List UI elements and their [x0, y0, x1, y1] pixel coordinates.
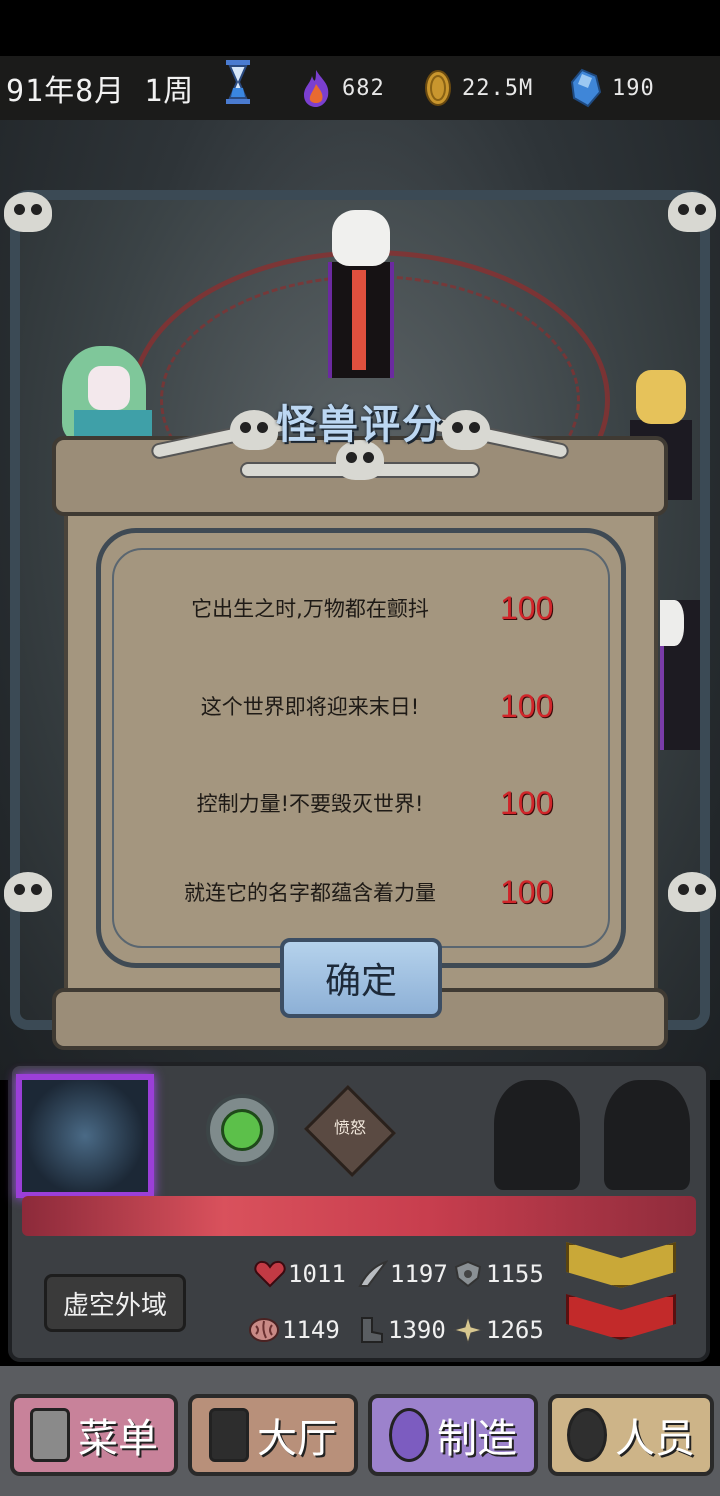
nav-lobby-label: 大厅 [257, 1416, 337, 1462]
rating-score: 100 [500, 784, 554, 821]
rating-score: 100 [500, 873, 554, 910]
locked-slot-silhouette-icon[interactable] [494, 1080, 580, 1190]
skull-decoration-icon [4, 872, 52, 912]
coin-icon [425, 70, 451, 106]
flame-icon [304, 70, 329, 107]
stat-intelligence: 1149 [248, 1316, 340, 1344]
stat-hp: 1011 [254, 1260, 346, 1288]
rating-score: 100 [500, 589, 554, 626]
phone-icon [30, 1408, 70, 1462]
monster-health-bar [22, 1196, 696, 1236]
coin-value: 22.5M [462, 75, 534, 101]
brain-icon [249, 1318, 279, 1342]
rating-text: 这个世界即将迎来末日! [200, 695, 420, 719]
boss-head [332, 210, 390, 266]
rating-text: 控制力量!不要毁灭世界! [196, 792, 424, 816]
stat-hp-value: 1011 [288, 1260, 346, 1288]
rating-text: 就连它的名字都蕴含着力量 [184, 881, 436, 905]
stat-luck-value: 1265 [486, 1316, 544, 1344]
nav-craft-label: 制造 [437, 1416, 517, 1462]
skull-decoration-icon [668, 192, 716, 232]
resource-top-bar: 91年8月 1周 682 22.5M 190 [0, 56, 720, 120]
monster-portrait[interactable] [16, 1074, 154, 1198]
magic-paw-icon [389, 1408, 429, 1462]
stat-attack: 1197 [356, 1260, 448, 1288]
nav-craft-button[interactable]: 制造 [368, 1394, 538, 1476]
locked-slot-silhouette-icon[interactable] [604, 1080, 690, 1190]
sparkle-icon [452, 1316, 484, 1344]
door-icon [209, 1408, 249, 1462]
flame-resource: 682 [300, 70, 385, 107]
stat-defense: 1155 [452, 1260, 544, 1288]
realm-button[interactable]: 虚空外域 [44, 1274, 186, 1332]
stat-speed: 1390 [354, 1316, 446, 1344]
shield-icon [454, 1260, 482, 1288]
rating-row: 控制力量!不要毁灭世界! 100 [120, 773, 590, 833]
nav-staff-button[interactable]: 人员 [548, 1394, 714, 1476]
hourglass-icon[interactable] [224, 60, 252, 104]
gem-resource: 190 [570, 68, 655, 108]
side-character-head [660, 600, 684, 646]
claw-icon [358, 1260, 388, 1287]
stat-intelligence-value: 1149 [282, 1316, 340, 1344]
anger-badge-label: 愤怒 [333, 1118, 366, 1137]
horned-head [636, 370, 686, 424]
flame-value: 682 [342, 75, 385, 101]
stat-defense-value: 1155 [486, 1260, 544, 1288]
rating-row: 它出生之时,万物都在颤抖 100 [120, 578, 590, 638]
game-date: 91年8月 1周 [6, 74, 195, 109]
goblin-trait-icon[interactable] [206, 1094, 278, 1166]
coin-resource: 22.5M [424, 70, 533, 106]
stat-luck: 1265 [452, 1316, 544, 1344]
nav-menu-label: 菜单 [78, 1416, 158, 1462]
heart-icon [254, 1260, 286, 1288]
girl-face [88, 366, 130, 410]
nav-lobby-button[interactable]: 大厅 [188, 1394, 358, 1476]
nav-staff-label: 人员 [615, 1416, 695, 1462]
boss-tie [352, 270, 366, 370]
rating-text: 它出生之时,万物都在颤抖 [191, 597, 429, 621]
rating-row: 这个世界即将迎来末日! 100 [120, 676, 590, 736]
dialog-title: 怪兽评分 [276, 402, 444, 448]
nav-menu-button[interactable]: 菜单 [10, 1394, 178, 1476]
goblin-face-icon [221, 1109, 263, 1151]
system-status-strip [0, 0, 720, 56]
confirm-button[interactable]: 确定 [280, 938, 442, 1018]
rating-score: 100 [500, 687, 554, 724]
gem-value: 190 [612, 75, 655, 101]
skull-decoration-icon [4, 192, 52, 232]
stat-attack-value: 1197 [390, 1260, 448, 1288]
boot-icon [361, 1317, 383, 1343]
skull-decoration-icon [668, 872, 716, 912]
gem-icon [570, 68, 602, 108]
person-icon [567, 1408, 607, 1462]
stat-speed-value: 1390 [388, 1316, 446, 1344]
rating-row: 就连它的名字都蕴含着力量 100 [120, 862, 590, 922]
